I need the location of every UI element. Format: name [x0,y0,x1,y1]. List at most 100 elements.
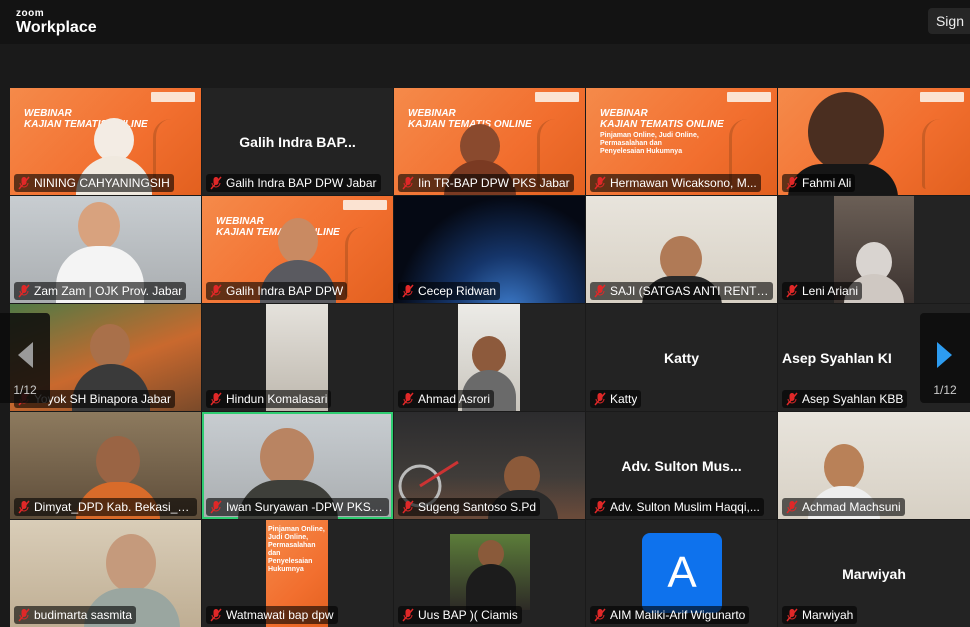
organizer-logo [343,200,387,210]
participant-head [96,436,140,486]
participant-head [90,324,130,368]
mic-muted-icon [210,176,222,190]
participant-name-tag: Uus BAP )( Ciamis [398,606,522,624]
video-tile[interactable]: Cecep Ridwan [394,196,585,303]
video-tile[interactable]: Sugeng Santoso S.Pd [394,412,585,519]
video-tile[interactable]: Pinjaman Online, Judi Online, Permasalah… [202,520,393,627]
video-tile[interactable]: Hindun Komalasari [202,304,393,411]
participant-name-tag: Hermawan Wicaksono, M... [590,174,761,192]
participant-name-tag: Galih Indra BAP DPW Jabar [206,174,381,192]
participant-name-tag: Katty [590,390,642,408]
participant-head [78,202,120,250]
participant-name: Fahmi Ali [802,176,852,190]
participant-name-tag: Leni Ariani [782,282,863,300]
participant-center-name: Katty [663,350,699,366]
mic-muted-icon [18,284,30,298]
justice-statue-icon [922,119,962,189]
participant-name-tag: Marwiyah [782,606,858,624]
mic-muted-icon [594,608,606,622]
participant-name: Marwiyah [802,608,854,622]
participant-name: AIM Maliki-Arif Wigunarto [610,608,746,622]
participant-head [260,428,314,486]
participant-body [466,564,516,610]
participant-name-tag: Ahmad Asrori [398,390,495,408]
video-tile-active-speaker[interactable]: Iwan Suryawan -DPW PKS JAB... [202,412,393,519]
mic-muted-icon [402,500,414,514]
video-tile[interactable]: Achmad Machsuni [778,412,970,519]
video-tile[interactable]: Dimyat_DPD Kab. Bekasi_Ja... [10,412,201,519]
brand-top: zoom [16,8,45,19]
participant-name-tag: Iwan Suryawan -DPW PKS JAB... [206,498,389,516]
participant-name-tag: Galih Indra BAP DPW [206,282,348,300]
page-indicator-left: 1/12 [13,383,37,397]
chevron-right-icon [937,342,952,368]
participant-name-tag: Sugeng Santoso S.Pd [398,498,541,516]
video-tile[interactable]: Fahmi Ali [778,88,970,195]
participant-head [808,92,884,172]
participant-name: Hermawan Wicaksono, M... [610,176,757,190]
gallery-view: WEBINAR KAJIAN TEMATIS ONLINE NINING CAHY… [0,44,970,627]
participant-name-tag: Fahmi Ali [782,174,856,192]
participant-name: Sugeng Santoso S.Pd [418,500,537,514]
avatar: A [642,533,722,613]
organizer-logo [727,92,771,102]
webinar-subtitle: Pinjaman Online, Judi Online, Permasalah… [268,526,325,573]
participant-name: Watmawati bap dpw [226,608,334,622]
page-indicator-right: 1/12 [933,383,957,397]
mic-muted-icon [594,176,606,190]
brand-name: Workplace [16,19,97,36]
mic-muted-icon [210,392,222,406]
mic-muted-icon [594,500,606,514]
webinar-title: WEBINAR KAJIAN TEMATIS ONLINE [600,108,724,130]
video-tile[interactable]: Katty Katty [586,304,777,411]
video-tile[interactable]: WEBINAR KAJIAN TEMATIS ONLINE Galih Indra… [202,196,393,303]
video-tile[interactable]: WEBINAR KAJIAN TEMATIS ONLINE Iin TR-BAP … [394,88,585,195]
participant-head [824,444,864,490]
participant-name-tag: Cecep Ridwan [398,282,501,300]
mic-muted-icon [786,284,798,298]
previous-page-button[interactable]: 1/12 [0,313,50,403]
participant-name-tag: Watmawati bap dpw [206,606,338,624]
participant-name: Galih Indra BAP DPW Jabar [226,176,377,190]
justice-statue-icon [345,227,385,297]
video-tile[interactable]: Zam Zam | OJK Prov. Jabar [10,196,201,303]
participant-name: Dimyat_DPD Kab. Bekasi_Ja... [34,500,193,514]
video-tile[interactable]: budimarta sasmita [10,520,201,627]
video-tile[interactable]: WEBINAR KAJIAN TEMATIS ONLINE NINING CAHY… [10,88,201,195]
video-tile[interactable]: WEBINAR KAJIAN TEMATIS ONLINE Pinjaman On… [586,88,777,195]
participant-name: Ahmad Asrori [418,392,491,406]
participant-name-tag: Dimyat_DPD Kab. Bekasi_Ja... [14,498,197,516]
participant-name: Galih Indra BAP DPW [226,284,344,298]
participant-name: Hindun Komalasari [226,392,328,406]
participant-name: Achmad Machsuni [802,500,901,514]
video-tile[interactable]: Uus BAP )( Ciamis [394,520,585,627]
organizer-logo [151,92,195,102]
participant-head [106,534,156,592]
video-tile[interactable]: SAJI (SATGAS ANTI RENTE... [586,196,777,303]
video-tile[interactable]: Ahmad Asrori [394,304,585,411]
video-tile[interactable]: Galih Indra BAP... Galih Indra BAP DPW J… [202,88,393,195]
participant-name: Zam Zam | OJK Prov. Jabar [34,284,183,298]
participant-video [450,534,530,610]
organizer-logo [920,92,964,102]
mic-muted-icon [786,608,798,622]
mic-muted-icon [786,500,798,514]
video-tile[interactable]: A AIM Maliki-Arif Wigunarto [586,520,777,627]
mic-muted-icon [18,500,30,514]
next-page-button[interactable]: 1/12 [920,313,970,403]
organizer-logo [535,92,579,102]
mic-muted-icon [210,284,222,298]
participant-name: Iin TR-BAP DPW PKS Jabar [418,176,570,190]
video-tile[interactable]: Adv. Sulton Mus... Adv. Sulton Muslim Ha… [586,412,777,519]
participant-name: Yoyok SH Binapora Jabar [34,392,171,406]
participant-head [472,336,506,374]
sign-in-button[interactable]: Sign [927,8,970,34]
mic-muted-icon [594,392,606,406]
mic-muted-icon [594,284,606,298]
mic-muted-icon [18,608,30,622]
video-tile[interactable]: Marwiyah Marwiyah [778,520,970,627]
participant-name-tag: NINING CAHYANINGSIH [14,174,174,192]
video-tile[interactable]: Leni Ariani [778,196,970,303]
participant-name: Adv. Sulton Muslim Haqqi,... [610,500,760,514]
participant-name: Katty [610,392,638,406]
